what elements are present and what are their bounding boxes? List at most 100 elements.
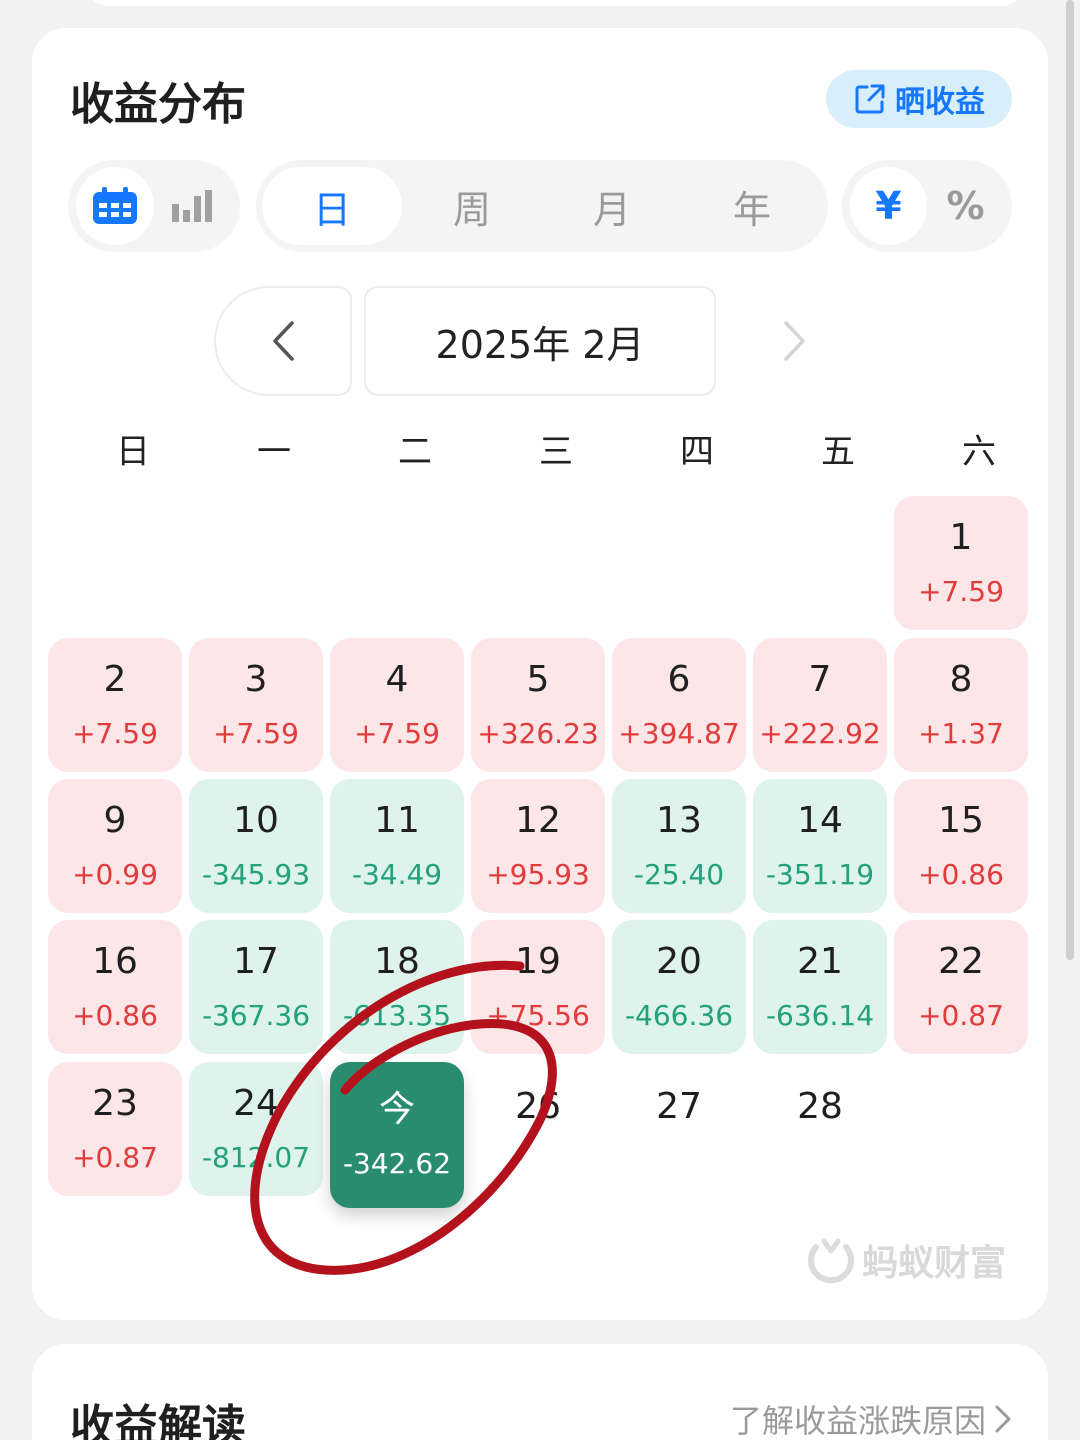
day-income-value: -351.19: [765, 858, 875, 891]
calendar-day[interactable]: 16 +0.86: [48, 920, 182, 1054]
next-month-button[interactable]: [760, 286, 830, 396]
day-number: 22: [938, 941, 984, 982]
day-number: 28: [797, 1086, 843, 1127]
day-number: 16: [92, 941, 138, 982]
day-income-value: +0.87: [72, 1141, 158, 1174]
day-number: 19: [515, 941, 561, 982]
calendar-day[interactable]: 26: [471, 1062, 605, 1196]
day-income-value: +0.86: [918, 858, 1004, 891]
calendar-day[interactable]: 5 +326.23: [471, 638, 605, 772]
day-income-value: -613.35: [342, 999, 452, 1032]
weekday-label: 日: [116, 431, 150, 472]
weekday-label: 六: [962, 431, 996, 472]
day-number: 6: [667, 659, 691, 700]
day-number: 24: [233, 1083, 279, 1124]
calendar-day[interactable]: 24 -812.07: [189, 1062, 323, 1196]
calendar-view-button[interactable]: [76, 167, 154, 245]
calendar-day[interactable]: 21 -636.14: [753, 920, 887, 1054]
day-income-value: -342.62: [342, 1147, 452, 1180]
day-number: 12: [515, 800, 561, 841]
calendar-day[interactable]: 15 +0.86: [894, 779, 1028, 913]
calendar-day[interactable]: 12 +95.93: [471, 779, 605, 913]
calendar-day[interactable]: 7 +222.92: [753, 638, 887, 772]
calendar-day[interactable]: 4 +7.59: [330, 638, 464, 772]
day-number: 11: [374, 800, 420, 841]
day-number: 5: [526, 659, 550, 700]
calendar-day[interactable]: 10 -345.93: [189, 779, 323, 913]
prev-month-button[interactable]: [214, 286, 352, 396]
day-number: 7: [808, 659, 832, 700]
calendar-day[interactable]: 11 -34.49: [330, 779, 464, 913]
day-number: 17: [233, 941, 279, 982]
learn-reasons-label: 了解收益涨跌原因: [729, 1402, 986, 1440]
weekday-label: 二: [398, 431, 432, 472]
day-income-value: +326.23: [477, 717, 599, 750]
calendar-day[interactable]: 18 -613.35: [330, 920, 464, 1054]
calendar-day[interactable]: 9 +0.99: [48, 779, 182, 913]
day-income-value: +75.56: [486, 999, 590, 1032]
tab-week[interactable]: 周: [402, 167, 542, 245]
day-income-value: +222.92: [759, 717, 881, 750]
calendar-day[interactable]: 13 -25.40: [612, 779, 746, 913]
calendar-day[interactable]: 22 +0.87: [894, 920, 1028, 1054]
day-income-value: +7.59: [213, 717, 299, 750]
watermark-text: 蚂蚁财富: [862, 1243, 1007, 1284]
day-number: 8: [949, 659, 973, 700]
section-title: 收益解读: [70, 1401, 246, 1440]
day-number: 14: [797, 800, 843, 841]
unit-yuan-button[interactable]: ¥: [850, 167, 927, 245]
calendar-day[interactable]: 28: [753, 1062, 887, 1196]
day-number: 18: [374, 941, 420, 982]
day-number: 4: [385, 659, 409, 700]
calendar-day[interactable]: 3 +7.59: [189, 638, 323, 772]
share-income-button[interactable]: 晒收益: [826, 70, 1012, 128]
day-income-value: +0.87: [918, 999, 1004, 1032]
day-number: 10: [233, 800, 279, 841]
unit-toggle: ¥ %: [842, 160, 1012, 252]
day-income-value: +95.93: [486, 858, 590, 891]
external-share-icon: [855, 84, 885, 114]
calendar-day[interactable]: 1 +7.59: [894, 496, 1028, 630]
calendar-day[interactable]: 27: [612, 1062, 746, 1196]
scrollbar[interactable]: [1066, 0, 1074, 960]
chart-view-button[interactable]: [154, 167, 232, 245]
calendar-day[interactable]: 6 +394.87: [612, 638, 746, 772]
current-month-label[interactable]: 2025年 2月: [364, 286, 716, 396]
day-income-value: +7.59: [918, 575, 1004, 608]
calendar-day[interactable]: 20 -466.36: [612, 920, 746, 1054]
chevron-right-icon: [784, 321, 805, 361]
day-income-value: -367.36: [201, 999, 311, 1032]
view-toggle: [68, 160, 240, 252]
bar-chart-icon: [172, 190, 212, 222]
calendar-day[interactable]: 23 +0.87: [48, 1062, 182, 1196]
day-income-value: -466.36: [624, 999, 734, 1032]
income-analysis-card: 收益解读 了解收益涨跌原因: [32, 1344, 1048, 1440]
calendar-day[interactable]: 8 +1.37: [894, 638, 1028, 772]
unit-percent-button[interactable]: %: [927, 167, 1004, 245]
day-number: 21: [797, 941, 843, 982]
day-number: 2: [103, 659, 127, 700]
weekday-header: 日 一 二 三 四 五 六: [50, 418, 1030, 478]
weekday-label: 三: [539, 431, 573, 472]
calendar-day[interactable]: 14 -351.19: [753, 779, 887, 913]
learn-reasons-link[interactable]: 了解收益涨跌原因: [730, 1396, 1012, 1440]
day-number: 1: [949, 517, 973, 558]
chevron-right-icon: [995, 1405, 1011, 1433]
day-number: 27: [656, 1086, 702, 1127]
calendar-icon: [93, 187, 137, 224]
day-income-value: -636.14: [765, 999, 875, 1032]
tab-day[interactable]: 日: [262, 167, 402, 245]
calendar-day[interactable]: 17 -367.36: [189, 920, 323, 1054]
day-income-value: +394.87: [618, 717, 740, 750]
day-number: 26: [515, 1086, 561, 1127]
calendar-day[interactable]: 19 +75.56: [471, 920, 605, 1054]
tab-year[interactable]: 年: [682, 167, 822, 245]
weekday-label: 五: [821, 431, 855, 472]
day-income-value: -34.49: [351, 858, 443, 891]
day-income-value: +7.59: [72, 717, 158, 750]
day-number: 23: [92, 1083, 138, 1124]
calendar-day-today[interactable]: 今 -342.62: [330, 1062, 464, 1208]
day-number: 9: [103, 800, 127, 841]
calendar-day[interactable]: 2 +7.59: [48, 638, 182, 772]
tab-month[interactable]: 月: [542, 167, 682, 245]
